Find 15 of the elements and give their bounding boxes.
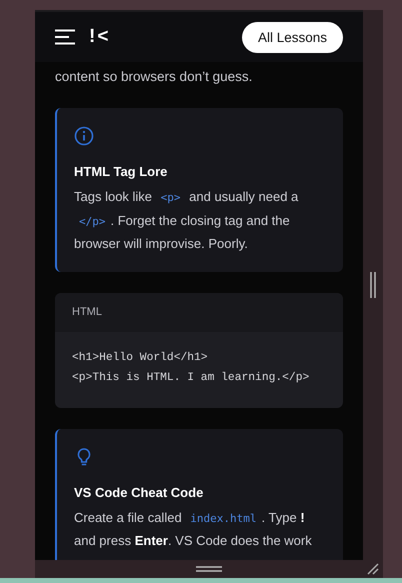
menu-icon[interactable] (55, 29, 75, 45)
code-language: HTML (72, 306, 102, 318)
code-line: <p>This is HTML. I am learning.</p> (72, 370, 310, 386)
vertical-grip-icon[interactable] (370, 272, 376, 298)
callout-title: HTML Tag Lore (74, 164, 168, 179)
callout-text: Create a file called index.html . Type ! and press Enter. VS Code does the work (74, 508, 313, 550)
callout-text: Tags look like <p> and usually need a </p> . Forget the closing tag and the browser will improvise. Poorly. (74, 188, 300, 253)
info-icon (74, 126, 94, 146)
code-line: <h1>Hello World</h1> (72, 350, 209, 366)
paragraph-text: content so browsers don’t guess. (55, 68, 254, 86)
logo[interactable]: !< (89, 26, 110, 48)
callout-title: VS Code Cheat Code (74, 484, 204, 500)
horizontal-grip-icon[interactable] (196, 566, 222, 572)
resize-corner-icon[interactable] (367, 563, 379, 575)
all-lessons-button[interactable]: All Lessons (242, 22, 343, 52)
